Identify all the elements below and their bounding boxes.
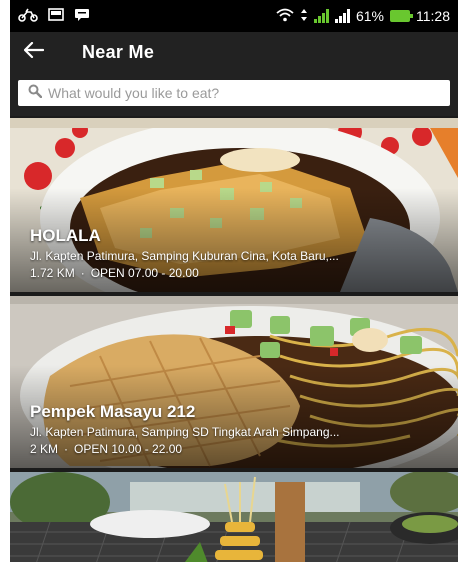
wifi-icon [276, 8, 294, 25]
restaurant-distance: 1.72 KM [30, 266, 75, 280]
separator-dot: · [80, 266, 85, 280]
restaurant-meta: 2 KM · OPEN 10.00 - 22.00 [30, 442, 446, 456]
restaurant-distance: 2 KM [30, 442, 59, 456]
status-notifications [18, 8, 90, 25]
arrow-left-icon [23, 41, 45, 63]
signal-sim2-icon [334, 9, 350, 23]
search-bar [10, 72, 458, 116]
clock: 11:28 [416, 8, 450, 24]
separator-dot: · [64, 442, 69, 456]
restaurant-card[interactable] [10, 472, 458, 562]
page-title: Near Me [82, 41, 155, 62]
battery-icon [390, 10, 413, 22]
photo-icon [48, 8, 64, 24]
restaurant-hours: OPEN 10.00 - 22.00 [74, 442, 183, 456]
bike-icon [18, 8, 38, 25]
app-bar: Near Me [10, 32, 458, 72]
restaurant-photo [10, 472, 458, 562]
restaurant-name: HOLALA [30, 226, 101, 245]
app-screen: 61% 11:28 Near Me What would you like to… [10, 0, 458, 562]
magnifier-icon [28, 84, 43, 103]
restaurant-info: HOLALA Jl. Kapten Patimura, Samping Kubu… [30, 226, 446, 280]
search-input[interactable] [48, 85, 440, 101]
status-bar: 61% 11:28 [10, 0, 458, 32]
back-button[interactable] [23, 36, 56, 68]
restaurant-meta: 1.72 KM · OPEN 07.00 - 20.00 [30, 266, 446, 280]
status-system: 61% 11:28 [276, 8, 450, 25]
restaurant-info: Pempek Masayu 212 Jl. Kapten Patimura, S… [30, 402, 446, 456]
restaurant-address: Jl. Kapten Patimura, Samping Kuburan Cin… [30, 249, 339, 263]
data-transfer-icon [300, 8, 308, 25]
battery-percent: 61% [355, 8, 384, 24]
restaurant-hours: OPEN 07.00 - 20.00 [90, 266, 199, 280]
search-box[interactable] [18, 80, 450, 106]
restaurant-card[interactable]: Pempek Masayu 212 Jl. Kapten Patimura, S… [10, 296, 458, 468]
restaurant-address: Jl. Kapten Patimura, Samping SD Tingkat … [30, 425, 340, 439]
restaurant-card[interactable]: HOLALA Jl. Kapten Patimura, Samping Kubu… [10, 118, 458, 292]
signal-sim1-icon [313, 9, 329, 23]
restaurant-name: Pempek Masayu 212 [30, 402, 196, 421]
message-icon [74, 8, 90, 24]
